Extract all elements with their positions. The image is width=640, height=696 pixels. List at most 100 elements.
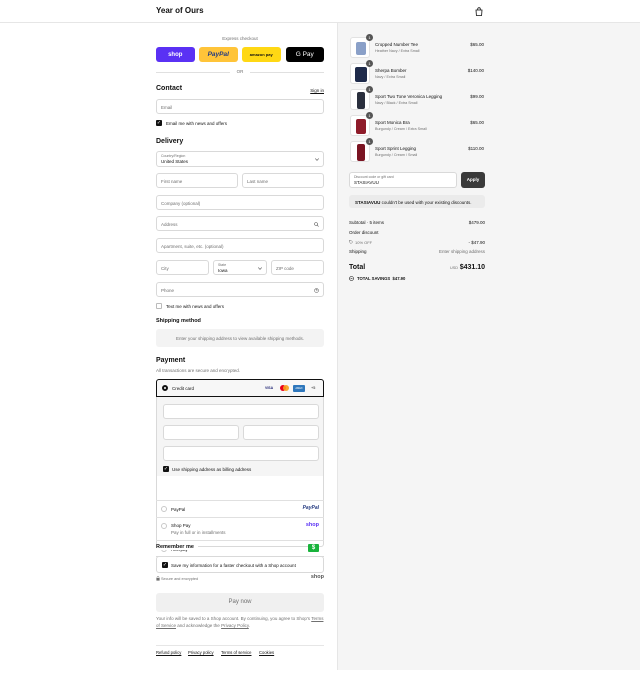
phone-field[interactable]: Phone: [156, 282, 324, 297]
first-name-field[interactable]: First name: [156, 173, 238, 188]
brand-logo[interactable]: Year of Ours: [156, 6, 204, 15]
credit-card-radio[interactable]: [162, 385, 168, 391]
billing-same-checkbox[interactable]: ✓: [163, 466, 169, 472]
apply-discount-button[interactable]: Apply: [461, 172, 485, 188]
afterpay-logo: $: [308, 544, 319, 552]
item-name: Cropped Number Tee: [375, 42, 418, 47]
shipping-label: Shipping: [349, 249, 367, 254]
paypal-logo: PayPal: [302, 505, 319, 511]
total-savings-label: TOTAL SAVINGS $47.90: [357, 276, 406, 281]
cookies-link[interactable]: Cookies: [259, 650, 274, 655]
pay-now-button[interactable]: Pay now: [156, 593, 324, 612]
card-details-panel: ✓ Use shipping address as billing addres…: [156, 397, 324, 476]
apartment-field[interactable]: Apartment, suite, etc. (optional): [156, 238, 324, 253]
city-field[interactable]: City: [156, 260, 209, 275]
shop-pay-label: Shop Pay: [171, 523, 191, 528]
item-name: Sport Two Tone Veronica Legging: [375, 94, 443, 99]
quantity-badge: 1: [366, 112, 373, 119]
shop-pay-radio[interactable]: [161, 523, 167, 529]
payment-heading: Payment: [156, 357, 186, 364]
save-info-checkbox[interactable]: ✓: [162, 562, 168, 568]
save-info-label: Save my information for a faster checkou…: [171, 562, 296, 568]
company-field[interactable]: Company (optional): [156, 195, 324, 210]
card-name-field[interactable]: [163, 446, 319, 461]
discount-tag: 10% OFF: [355, 239, 373, 245]
privacy-policy-link[interactable]: Privacy Policy: [221, 623, 249, 628]
more-cards-badge: +5: [311, 386, 316, 390]
discount-amount: - $47.90: [468, 239, 485, 245]
header: Year of Ours: [0, 0, 640, 23]
line-item: 1 Sport Two Tone Veronica Legging Navy /…: [349, 86, 485, 114]
currency-code: USD: [450, 266, 459, 270]
card-number-field[interactable]: [163, 404, 319, 419]
quantity-badge: 1: [366, 86, 373, 93]
shipping-method-notice: Enter your shipping address to view avai…: [156, 329, 324, 347]
paypal-label: PayPal: [171, 506, 186, 512]
shipping-method-heading: Shipping method: [156, 318, 201, 324]
credit-card-label: Credit card: [172, 386, 195, 391]
item-variant: Burgundy / Cream / Small: [375, 152, 418, 157]
state-select[interactable]: State Iowa: [213, 260, 267, 275]
discount-tag-icon: [349, 239, 353, 244]
chevron-down-icon: [258, 267, 262, 270]
shop-pay-express-button[interactable]: shop: [156, 47, 195, 62]
privacy-policy-footer-link[interactable]: Privacy policy: [188, 650, 214, 655]
help-icon[interactable]: [314, 288, 319, 293]
amazon-pay-express-button[interactable]: amazon pay: [242, 47, 281, 62]
item-price: $65.00: [470, 42, 484, 47]
card-expiry-field[interactable]: [163, 425, 239, 440]
discount-code-field[interactable]: Discount code or gift card STASIAVUU: [349, 172, 457, 188]
secure-label: Secure and encrypted: [161, 576, 199, 581]
shop-pay-logo: shop: [305, 521, 319, 528]
item-name: Sherpa Bomber: [375, 68, 407, 73]
sign-in-link[interactable]: Sign in: [310, 88, 324, 93]
item-price: $110.00: [468, 146, 484, 151]
shop-pay-option[interactable]: Shop Pay Pay in full or in installments …: [156, 518, 324, 540]
or-divider: OR: [156, 69, 324, 75]
page-bottom: [0, 670, 640, 696]
total-value: $431.10: [459, 264, 485, 271]
mastercard-icon: [280, 385, 289, 391]
card-security-code-field[interactable]: [243, 425, 319, 440]
email-field[interactable]: Email: [156, 99, 324, 114]
visa-icon: VISA: [265, 386, 274, 390]
shop-pay-sublabel: Pay in full or in installments: [171, 529, 226, 535]
last-name-field[interactable]: Last name: [242, 173, 324, 188]
country-select[interactable]: Country/Region United States: [156, 151, 324, 167]
zip-field[interactable]: ZIP code: [271, 260, 324, 275]
order-discount-label: Order discount: [349, 230, 379, 235]
item-price: $140.00: [467, 68, 484, 73]
order-summary: 1 Cropped Number Tee Heather Navy / Extr…: [349, 23, 485, 283]
contact-heading: Contact: [156, 85, 183, 92]
paypal-option[interactable]: PayPal PayPal: [156, 501, 324, 517]
line-item: 1 Sport Sprint Legging Burgundy / Cream …: [349, 138, 485, 166]
item-variant: Heather Navy / Extra Small: [375, 48, 420, 53]
item-variant: Navy / Extra Small: [375, 74, 406, 79]
email-news-checkbox[interactable]: ✓: [156, 120, 162, 126]
subtotal-value: $479.00: [468, 220, 485, 225]
credit-card-option[interactable]: Credit card VISA AMEX +5: [156, 379, 324, 397]
shopping-bag-icon[interactable]: [475, 7, 483, 16]
shop-disclaimer: Your info will be saved to a Shop accoun…: [156, 616, 324, 628]
google-pay-express-button[interactable]: G Pay: [285, 47, 324, 62]
refund-policy-link[interactable]: Refund policy: [156, 650, 181, 655]
line-item: 1 Sport Monica Bra Burgundy / Cream / Ex…: [349, 112, 485, 140]
address-field[interactable]: Address: [156, 216, 324, 231]
lock-icon: [156, 576, 160, 581]
paypal-radio[interactable]: [161, 506, 167, 512]
item-name: Sport Monica Bra: [375, 120, 410, 125]
quantity-badge: 1: [366, 138, 373, 145]
quantity-badge: 1: [366, 60, 373, 67]
text-news-checkbox[interactable]: [156, 303, 162, 309]
remember-me-heading: Remember me: [156, 544, 198, 550]
discount-error-message: STASIAVUU couldn't be used with your exi…: [349, 195, 485, 208]
terms-of-service-footer-link[interactable]: Terms of service: [221, 650, 251, 655]
delivery-heading: Delivery: [156, 138, 184, 145]
email-news-label: Email me with news and offers: [166, 120, 227, 126]
item-price: $65.00: [470, 120, 484, 125]
shop-logo: shop: [310, 574, 324, 580]
paypal-express-button[interactable]: PayPal: [199, 47, 238, 62]
text-news-label: Text me with news and offers: [166, 303, 224, 309]
chevron-down-icon: [315, 158, 319, 161]
item-name: Sport Sprint Legging: [375, 146, 417, 151]
